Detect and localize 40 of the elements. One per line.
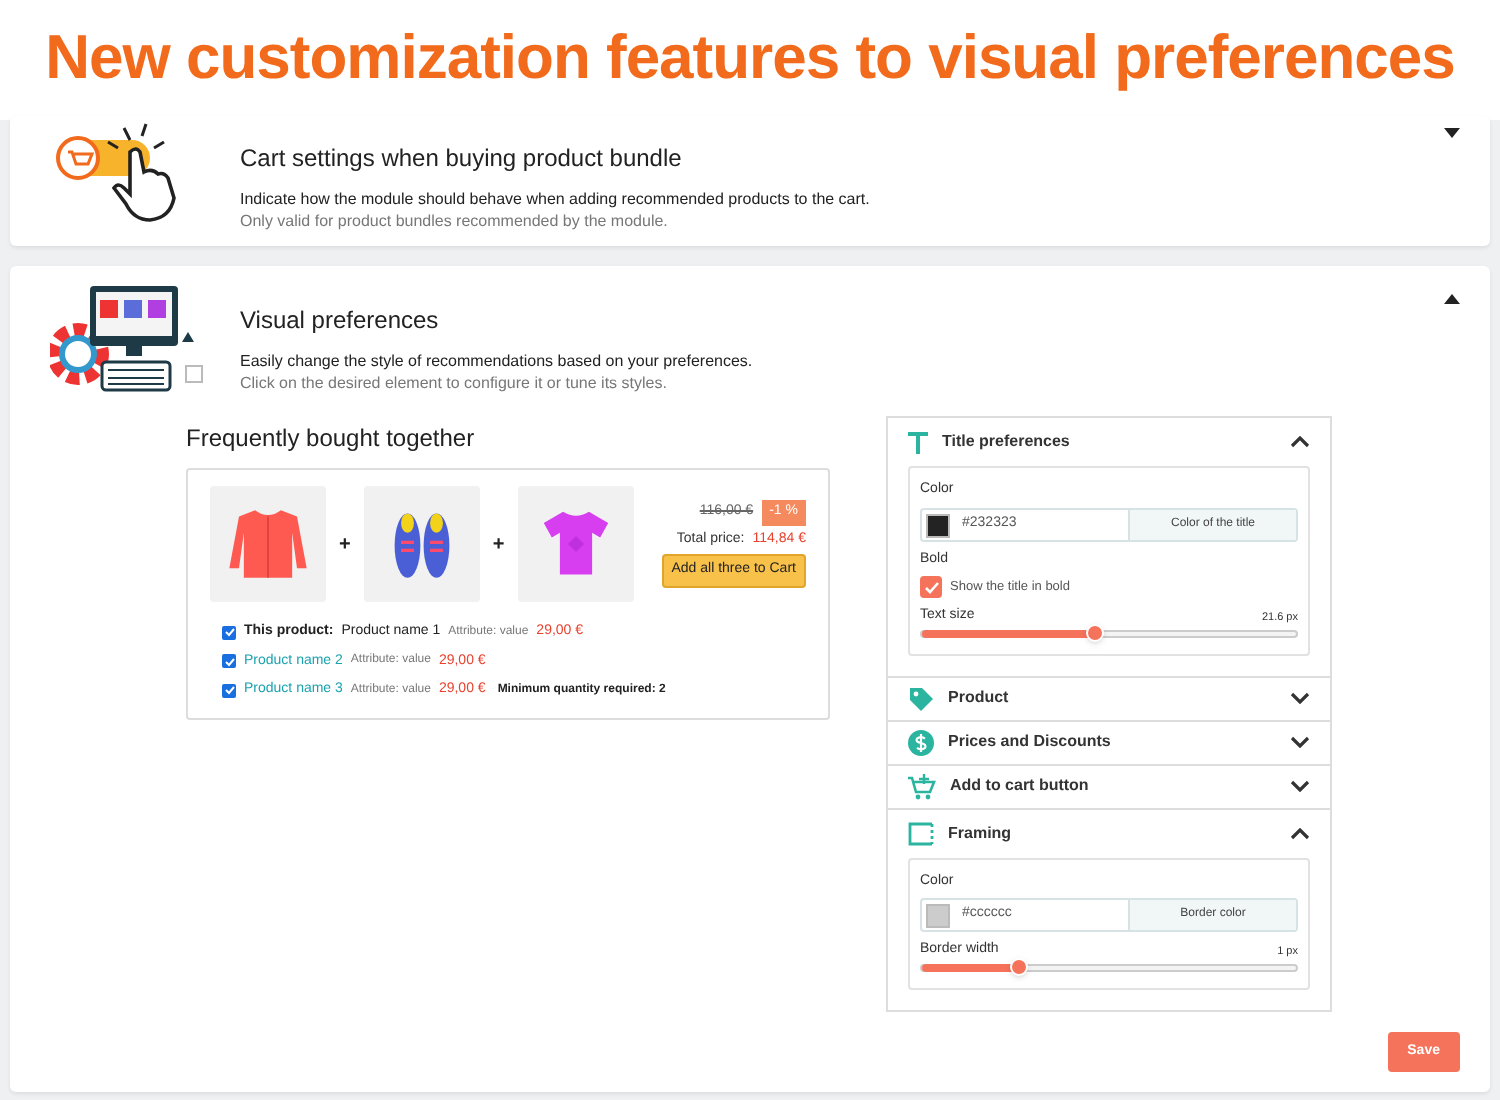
accordion-header[interactable]: Prices and Discounts (888, 721, 1330, 763)
product-image[interactable] (517, 486, 634, 602)
section-description: Indicate how the module should behave when adding recommended products to the cart. (240, 188, 870, 210)
checkbox[interactable] (920, 576, 942, 598)
frame-icon (908, 821, 934, 845)
section-note: Click on the desired element to configure it or tune its styles. (240, 372, 669, 394)
product-image[interactable] (210, 486, 326, 602)
product-image[interactable] (363, 486, 480, 602)
checkbox[interactable] (222, 683, 236, 698)
slider-thumb[interactable] (1085, 623, 1104, 641)
slider-track[interactable] (920, 963, 1298, 971)
caret-icon[interactable] (1444, 128, 1460, 138)
color-swatch (926, 513, 950, 537)
accordion-header[interactable]: Add to cart button (888, 765, 1330, 807)
chevron-icon[interactable] (1290, 736, 1310, 748)
dollar-coin-icon (908, 729, 934, 755)
plus-sign: + (491, 531, 506, 559)
chevron-icon[interactable] (1290, 692, 1310, 704)
accordion-header[interactable]: Title preferences (888, 418, 1330, 466)
section-title: Cart settings when buying product bundle (240, 142, 684, 176)
checkbox[interactable] (222, 625, 236, 640)
slider-track[interactable] (920, 629, 1298, 637)
cart-plus-icon (908, 773, 936, 799)
preview-title: Frequently bought together (186, 422, 477, 456)
caret-icon[interactable] (1444, 294, 1460, 304)
tag-icon (908, 685, 934, 711)
chevron-icon[interactable] (1290, 827, 1310, 839)
section-note: Only valid for product bundles recommended by the module. (240, 210, 670, 232)
chevron-icon[interactable] (1290, 436, 1310, 448)
slider-thumb[interactable] (1010, 957, 1029, 975)
section-title: Visual preferences (240, 304, 441, 338)
plus-sign: + (338, 531, 352, 559)
accordion-header[interactable]: Framing (888, 809, 1330, 857)
accordion-header[interactable]: Product (888, 677, 1330, 719)
chevron-icon[interactable] (1290, 780, 1310, 792)
section-description: Easily change the style of recommendations based on your preferences. (240, 350, 753, 372)
checkbox[interactable] (222, 654, 236, 669)
color-swatch (926, 904, 950, 928)
letter-t-icon (908, 431, 928, 453)
headline: New customization features to visual preferences (45, 20, 1455, 96)
